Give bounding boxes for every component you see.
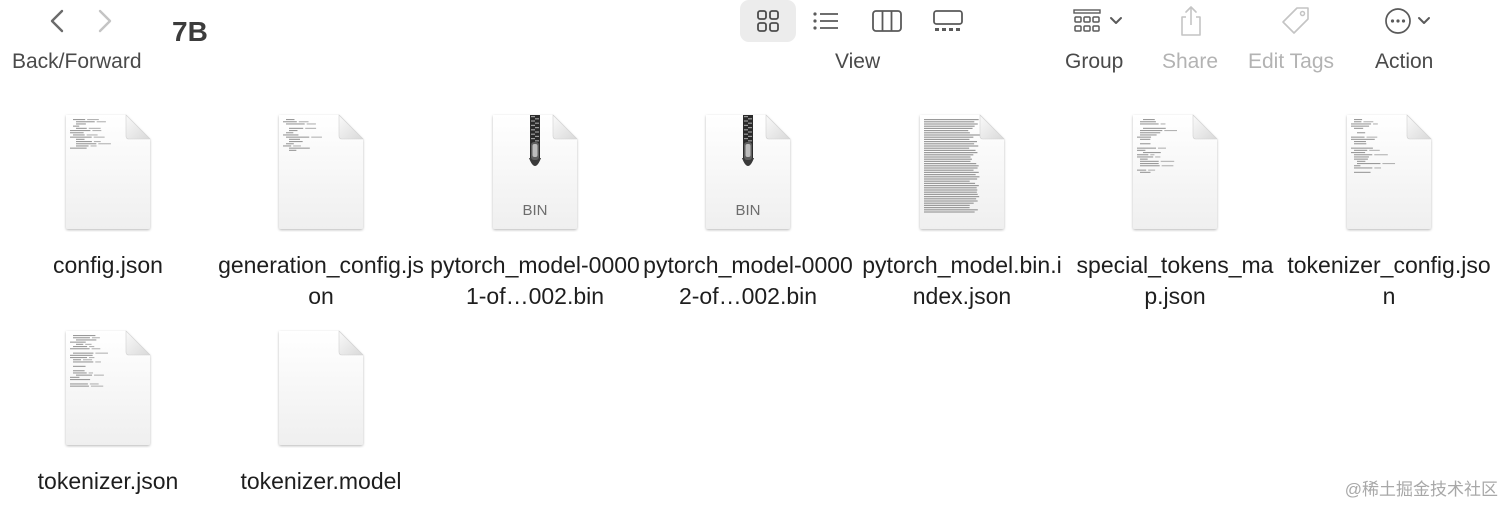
file-item[interactable]: tokenizer.model [216, 328, 426, 528]
group-label: Group [1065, 50, 1124, 73]
file-item[interactable]: config.json [3, 112, 213, 312]
share-button[interactable] [1174, 2, 1208, 40]
forward-button[interactable] [90, 6, 120, 36]
back-forward-label: Back/Forward [12, 50, 142, 73]
list-icon [813, 12, 838, 30]
window-title: 7B [172, 16, 208, 47]
grid-icon [757, 10, 779, 32]
view-switcher [740, 0, 980, 42]
file-name: tokenizer_config.json [1287, 252, 1491, 309]
json-document-icon [66, 330, 151, 445]
file-name: special_tokens_map.json [1076, 252, 1274, 309]
file-item[interactable]: special_tokens_map.json [1070, 112, 1280, 312]
chevron-down-icon [1110, 17, 1122, 24]
share-label: Share [1162, 50, 1219, 73]
json-document-icon [279, 114, 364, 229]
columns-icon [872, 10, 902, 32]
gallery-icon [933, 10, 963, 31]
chevron-right-icon [98, 9, 112, 33]
back-button[interactable] [42, 6, 72, 36]
gallery-view-button[interactable] [920, 0, 976, 42]
tag-icon [1282, 7, 1309, 34]
view-label: View [835, 50, 881, 73]
file-name: config.json [53, 252, 163, 278]
file-item[interactable]: generation_config.json [216, 112, 426, 312]
file-name: tokenizer.json [37, 468, 179, 494]
action-label: Action [1375, 50, 1434, 73]
file-item[interactable]: BIN pytorch_model-00002-of…002.bin [643, 112, 853, 312]
file-item[interactable]: tokenizer.json [3, 328, 213, 528]
file-name: pytorch_model-00001-of…002.bin [430, 252, 640, 309]
zip-archive-icon: BIN [706, 114, 791, 229]
group-button[interactable] [1066, 2, 1130, 40]
blank-document-icon [279, 330, 364, 445]
json-document-icon [1347, 114, 1432, 229]
list-view-button[interactable] [798, 0, 854, 42]
group-grid-icon [1073, 9, 1101, 32]
json-document-icon [1133, 114, 1218, 229]
edit-tags-button[interactable] [1278, 2, 1314, 40]
json-document-icon [66, 114, 151, 229]
svg-text:BIN: BIN [735, 202, 760, 219]
svg-text:BIN: BIN [522, 202, 547, 219]
file-name: tokenizer.model [240, 468, 402, 494]
file-name: generation_config.json [218, 252, 424, 309]
share-icon [1181, 6, 1201, 36]
edit-tags-label: Edit Tags [1248, 50, 1334, 73]
watermark: @稀土掘金技术社区 [1344, 480, 1498, 499]
finder-toolbar: Back/Forward 7B View Group Share Edit Ta… [0, 0, 1512, 92]
file-name: pytorch_model-00002-of…002.bin [643, 252, 853, 309]
column-view-button[interactable] [859, 0, 915, 42]
zip-archive-icon: BIN [493, 114, 578, 229]
icon-view-button[interactable] [740, 0, 796, 42]
action-button[interactable] [1378, 2, 1438, 40]
file-item[interactable]: BIN pytorch_model-00001-of…002.bin [430, 112, 640, 312]
json-document-icon [920, 114, 1005, 229]
more-circle-icon [1385, 8, 1411, 34]
file-item[interactable]: pytorch_model.bin.index.json [857, 112, 1067, 312]
file-item[interactable]: tokenizer_config.json [1284, 112, 1494, 312]
chevron-left-icon [50, 9, 64, 33]
file-name: pytorch_model.bin.index.json [862, 252, 1062, 309]
chevron-down-icon [1418, 17, 1430, 24]
